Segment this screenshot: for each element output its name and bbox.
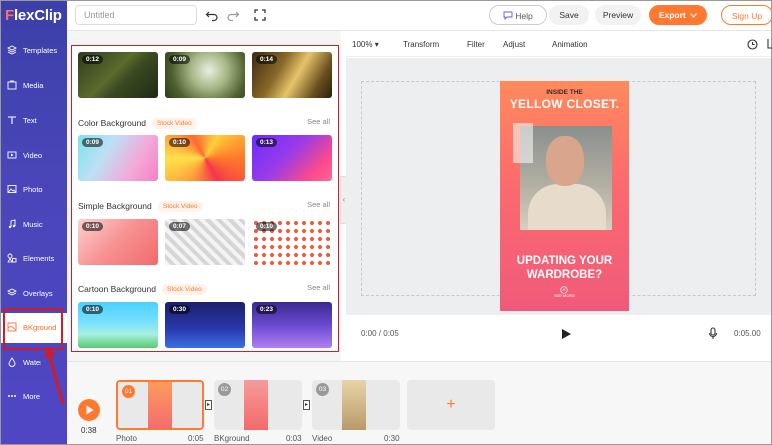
cartoon-bg-thumb[interactable]: 0:23 (252, 302, 332, 348)
overlays-icon (6, 288, 18, 298)
stage-photo[interactable] (513, 123, 612, 230)
stock-video-badge: Stock Video (152, 118, 197, 129)
more-icon (7, 391, 17, 401)
cartoon-bg-thumb[interactable]: 0:10 (78, 302, 158, 348)
add-clip-button[interactable]: + (407, 380, 495, 430)
see-all-link[interactable]: See all (307, 283, 330, 292)
video-icon (7, 150, 17, 160)
timeline-clip[interactable]: 01 (116, 380, 204, 430)
chat-icon (503, 11, 513, 21)
timeline: 0:38 01 ▸ 02 ▸ 03 + Photo 0:05 BKground … (67, 361, 771, 444)
stage-text-yellow-closet[interactable]: YELLOW CLOSET. (500, 97, 629, 111)
export-button[interactable]: Export (649, 5, 707, 25)
annotation-arrow-icon (44, 346, 65, 405)
clock-icon[interactable] (747, 39, 758, 50)
sidebar-item-media[interactable]: Media (1, 71, 67, 101)
clip-duration: 0:03 (286, 434, 302, 443)
fullscreen-icon[interactable] (253, 8, 267, 22)
redo-icon[interactable] (226, 8, 240, 22)
stock-video-badge: Stock Video (162, 284, 207, 295)
sidebar-item-templates[interactable]: Templates (1, 36, 67, 66)
clip-duration: 0:05 (188, 434, 204, 443)
section-title-cartoon-background: Cartoon Background (78, 284, 156, 294)
video-canvas[interactable]: INSIDE THE YELLOW CLOSET. UPDATING YOUR … (500, 81, 629, 311)
see-all-link[interactable]: See all (307, 200, 330, 209)
zoom-select[interactable]: 100% ▾ (352, 40, 379, 49)
simple-bg-thumb[interactable]: 0:10 (78, 219, 158, 265)
stage-text-updating-your[interactable]: UPDATING YOUR (500, 254, 629, 268)
text-icon (7, 115, 17, 125)
help-button[interactable]: Help (489, 5, 547, 25)
play-icon (86, 405, 94, 415)
editor-toolbar: 100% ▾ Transform Filter Adjust Animation (346, 31, 772, 57)
sidebar-item-text[interactable]: Text (1, 106, 67, 136)
play-icon[interactable] (560, 328, 572, 340)
clip-thumbnail (342, 380, 366, 430)
section-title-simple-background: Simple Background (78, 201, 152, 211)
transition-icon[interactable]: ▸ (303, 400, 310, 410)
simple-bg-thumb[interactable]: 0:10 (252, 219, 332, 265)
sidebar-item-video[interactable]: Video (1, 141, 67, 171)
photo-frame-overlay (513, 123, 533, 163)
sidebar-item-elements[interactable]: Elements (1, 244, 67, 274)
current-time: 0:00 / 0:05 (361, 329, 399, 338)
elements-icon (7, 253, 17, 263)
watermark-icon (7, 357, 17, 367)
photo-person-body (528, 184, 606, 230)
color-bg-thumb[interactable]: 0:10 (165, 135, 245, 181)
stage-text-inside-the[interactable]: INSIDE THE (500, 89, 629, 96)
sunlit-trees-video-thumb[interactable]: 0:09 (165, 52, 245, 98)
preview-button[interactable]: Preview (595, 5, 641, 25)
photo-icon (7, 184, 17, 194)
simple-bg-thumb[interactable]: 0:07 (165, 219, 245, 265)
microphone-icon[interactable] (708, 327, 718, 340)
sidebar-item-overlays[interactable]: Overlays (1, 279, 67, 309)
flexclip-editor: FlexClip Templates Media Text Video Phot… (0, 0, 772, 445)
color-bg-thumb[interactable]: 0:09 (78, 135, 158, 181)
stage-text-wardrobe[interactable]: WARDROBE? (500, 268, 629, 282)
top-bar: Untitled Help Save Preview Export Sign U… (67, 1, 772, 31)
animation-button[interactable]: Animation (552, 40, 588, 49)
layers-icon (6, 45, 18, 55)
stage-text-see-more[interactable]: SEE MORE (500, 293, 629, 298)
color-bg-thumb[interactable]: 0:13 (252, 135, 332, 181)
timeline-clip[interactable]: 03 (312, 380, 400, 430)
clip-type-label: BKground (214, 434, 250, 443)
timeline-clip[interactable]: 02 (214, 380, 302, 430)
clip-type-label: Photo (116, 434, 137, 443)
undo-icon[interactable] (205, 8, 219, 22)
clip-duration: 0:30 (384, 434, 400, 443)
flexclip-logo[interactable]: FlexClip (5, 7, 62, 24)
canvas-area: INSIDE THE YELLOW CLOSET. UPDATING YOUR … (346, 58, 771, 315)
transition-icon[interactable]: ▸ (205, 400, 212, 410)
timeline-total-time: 0:38 (81, 426, 97, 435)
forest-video-thumb[interactable]: 0:12 (78, 52, 158, 98)
stock-video-badge: Stock Video (158, 201, 203, 212)
section-title-color-background: Color Background (78, 118, 147, 128)
crop-icon[interactable] (766, 39, 772, 50)
chevron-down-icon (690, 13, 698, 18)
cartoon-bg-thumb[interactable]: 0:30 (165, 302, 245, 348)
clip-thumbnail (148, 382, 172, 428)
see-all-link[interactable]: See all (307, 117, 330, 126)
project-title-input[interactable]: Untitled (75, 5, 197, 25)
total-duration: 0:05.00 (734, 329, 761, 338)
save-button[interactable]: Save (549, 5, 589, 25)
background-library-panel: 0:12 0:09 0:14 Color Background Stock Vi… (71, 45, 339, 352)
sidebar-item-photo[interactable]: Photo (1, 175, 67, 205)
timeline-play-button[interactable] (78, 399, 100, 421)
playback-bar: 0:00 / 0:05 0:05.00 (346, 315, 771, 359)
clip-thumbnail (244, 380, 268, 430)
transform-button[interactable]: Transform (403, 40, 439, 49)
adjust-button[interactable]: Adjust (503, 40, 525, 49)
sidebar-item-music[interactable]: Music (1, 210, 67, 240)
sign-up-button[interactable]: Sign Up (721, 5, 772, 25)
golden-forest-video-thumb[interactable]: 0:14 (252, 52, 332, 98)
music-icon (7, 219, 17, 229)
filter-button[interactable]: Filter (467, 40, 485, 49)
clip-type-label: Video (312, 434, 333, 443)
media-icon (7, 80, 17, 90)
photo-person-head (546, 136, 584, 186)
